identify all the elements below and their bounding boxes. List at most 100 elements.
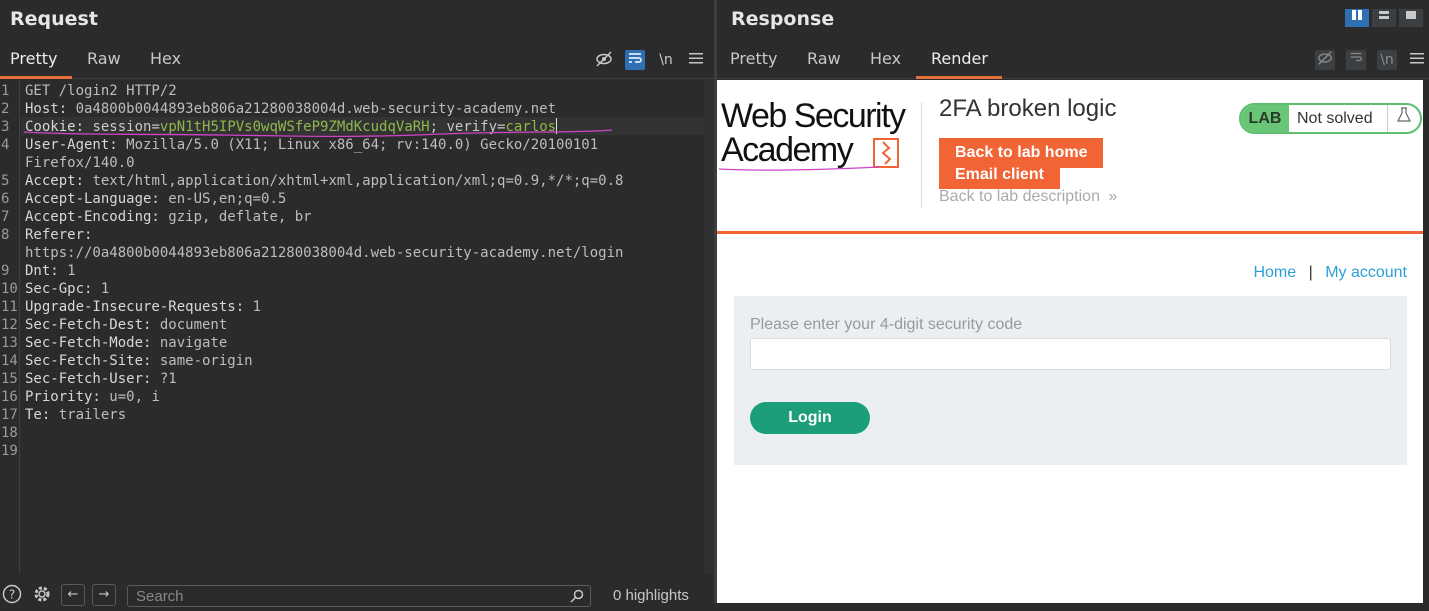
request-line: Dnt: 1 [25, 262, 705, 280]
header-value: 1 [252, 299, 262, 315]
security-code-input[interactable] [750, 338, 1391, 370]
header-value: 1 [100, 281, 110, 297]
search-bar: ? ← → Search 0 highlights [0, 579, 714, 607]
header-value: ?1 [159, 371, 177, 387]
line-number: 10 [1, 281, 18, 297]
account-nav: Home | My account [1253, 264, 1407, 282]
lab-header: Web Security Academy 2FA broken logic Ba… [717, 80, 1423, 234]
line-number: 4 [1, 137, 10, 153]
response-scrollbar[interactable] [1423, 80, 1429, 603]
line-number: 12 [1, 317, 18, 333]
header-value: GET /login2 HTTP/2 [25, 83, 177, 99]
header-name: Dnt: [25, 263, 68, 279]
svg-text:?: ? [9, 588, 15, 602]
header-name: Host: [25, 101, 76, 117]
request-line: Accept-Encoding: gzip, deflate, br [25, 208, 705, 226]
header-name: Sec-Gpc: [25, 281, 101, 297]
tab-pretty[interactable]: Pretty [10, 49, 57, 68]
request-line: Sec-Fetch-Mode: navigate [25, 334, 705, 352]
header-name: Accept-Encoding: [25, 209, 169, 225]
header-name: Sec-Fetch-Dest: [25, 317, 160, 333]
request-scrollbar[interactable] [704, 80, 714, 574]
layout-stacked-icon[interactable] [1372, 9, 1396, 27]
tab-raw[interactable]: Raw [87, 49, 121, 68]
line-number: 16 [1, 389, 18, 405]
layout-side-by-side-icon[interactable] [1345, 9, 1369, 27]
header-value: en-US,en;q=0.5 [168, 191, 287, 207]
request-tabs: Pretty Raw Hex \n [0, 44, 714, 79]
response-tabs: Pretty Raw Hex Render \n [717, 44, 1429, 79]
header-value: gzip, deflate, br [168, 209, 312, 225]
line-number-gutter: 1 2 3 4 5 6 7 8 9 10 11 12 13 14 15 16 17 18 19 [0, 80, 20, 574]
active-tab-indicator [916, 76, 1002, 79]
request-line: Upgrade-Insecure-Requests: 1 [25, 298, 705, 316]
header-value: Firefox/140.0 [25, 155, 135, 171]
header-value: navigate [159, 335, 228, 351]
layout-single-icon[interactable] [1399, 9, 1423, 27]
header-name: Sec-Fetch-User: [25, 371, 160, 387]
search-input[interactable]: Search [127, 585, 591, 607]
header-value: trailers [58, 407, 127, 423]
line-number: 13 [1, 335, 18, 351]
header-name: Priority: [25, 389, 110, 405]
menu-icon[interactable] [686, 50, 706, 70]
security-code-label: Please enter your 4-digit security code [750, 316, 1023, 333]
header-name: Te: [25, 407, 59, 423]
home-link[interactable]: Home [1253, 264, 1296, 281]
hide-nonprintable-icon[interactable] [594, 50, 614, 70]
logo-text-line2: Academy [721, 131, 854, 169]
request-title: Request [10, 8, 98, 30]
back-to-description-link[interactable]: Back to lab description » [939, 188, 1117, 206]
newline-toggle-icon[interactable]: \n [1377, 50, 1397, 70]
line-number: 6 [1, 191, 10, 207]
lab-badge-label: LAB [1241, 105, 1289, 132]
request-line: Sec-Fetch-User: ?1 [25, 370, 705, 388]
header-value: https://0a4800b0044893eb806a21280038004d… [25, 245, 624, 261]
line-number: 15 [1, 371, 18, 387]
line-number: 18 [1, 425, 18, 441]
tab-render[interactable]: Render [931, 49, 988, 68]
email-client-button[interactable]: Email client [939, 163, 1060, 189]
highlights-count: 0 highlights [613, 587, 689, 604]
header-value: document [159, 317, 228, 333]
tab-hex[interactable]: Hex [870, 49, 901, 68]
line-number: 5 [1, 173, 10, 189]
line-number: 1 [1, 83, 10, 99]
my-account-link[interactable]: My account [1325, 264, 1407, 281]
hide-nonprintable-icon[interactable] [1315, 50, 1335, 70]
header-name: Sec-Fetch-Mode: [25, 335, 160, 351]
line-number: 8 [1, 227, 10, 243]
line-number: 11 [1, 299, 18, 315]
search-placeholder: Search [136, 588, 184, 605]
tab-hex[interactable]: Hex [150, 49, 181, 68]
lab-status-badge: LAB Not solved [1239, 103, 1422, 134]
request-line: Accept: text/html,application/xhtml+xml,… [25, 172, 705, 190]
line-number: 2 [1, 101, 10, 117]
response-title: Response [731, 8, 835, 30]
back-to-description-label: Back to lab description [939, 188, 1100, 205]
request-line: Accept-Language: en-US,en;q=0.5 [25, 190, 705, 208]
menu-icon[interactable] [1407, 50, 1427, 70]
flask-icon [1387, 105, 1420, 132]
lab-status-text: Not solved [1297, 110, 1373, 127]
tab-pretty[interactable]: Pretty [730, 49, 777, 68]
line-number: 9 [1, 263, 10, 279]
line-number: 3 [1, 119, 10, 135]
request-line: Te: trailers [25, 406, 705, 424]
request-line: https://0a4800b0044893eb806a21280038004d… [25, 244, 705, 262]
request-line: Firefox/140.0 [25, 154, 705, 172]
request-line: Host: 0a4800b0044893eb806a21280038004d.w… [25, 100, 705, 118]
line-number: 7 [1, 209, 10, 225]
wrap-lines-icon[interactable] [1346, 50, 1366, 70]
request-editor[interactable]: 1 2 3 4 5 6 7 8 9 10 11 12 13 14 15 16 17 18 19 GET /login… [0, 80, 714, 574]
rendered-page: Web Security Academy 2FA broken logic Ba… [717, 80, 1423, 603]
lab-title: 2FA broken logic [939, 95, 1117, 122]
tab-raw[interactable]: Raw [807, 49, 841, 68]
line-number: 17 [1, 407, 18, 423]
header-value: 1 [67, 263, 76, 279]
security-code-form: Please enter your 4-digit security code … [734, 296, 1407, 465]
login-button[interactable]: Login [750, 402, 870, 434]
newline-toggle-icon[interactable]: \n [656, 50, 676, 70]
wrap-lines-icon[interactable] [625, 50, 645, 70]
line-number: 14 [1, 353, 18, 369]
